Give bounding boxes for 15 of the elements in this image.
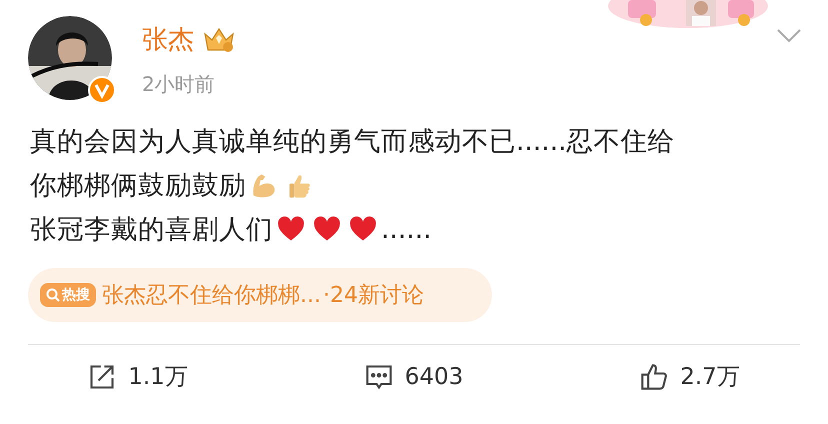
comment-icon[interactable] [364,362,393,390]
crown-icon [202,26,236,54]
verified-badge-icon [88,76,116,104]
author-name[interactable]: 张杰 [142,22,194,57]
discussion-count: ·24新讨论 [322,282,424,310]
like-count: 2.7万 [680,363,740,392]
comment-count: 6403 [404,364,464,390]
hot-search-badge: 热搜 [40,283,96,307]
hot-search-title: 张杰忍不住给你梆梆... [102,282,321,310]
post-text: 真的会因为人真诚单纯的勇气而感动不已......忍不住给 你梆梆俩鼓励鼓励 张冠李戴的喜剧人们 ...... [29,125,676,247]
share-icon[interactable] [88,362,116,390]
thumbs-up-icon[interactable] [640,362,668,390]
post-time: 2小时前 [142,71,216,98]
share-count: 1.1万 [128,363,188,392]
hot-search-link[interactable]: 热搜 张杰忍不住给你梆梆...·24新讨论 [28,268,492,322]
